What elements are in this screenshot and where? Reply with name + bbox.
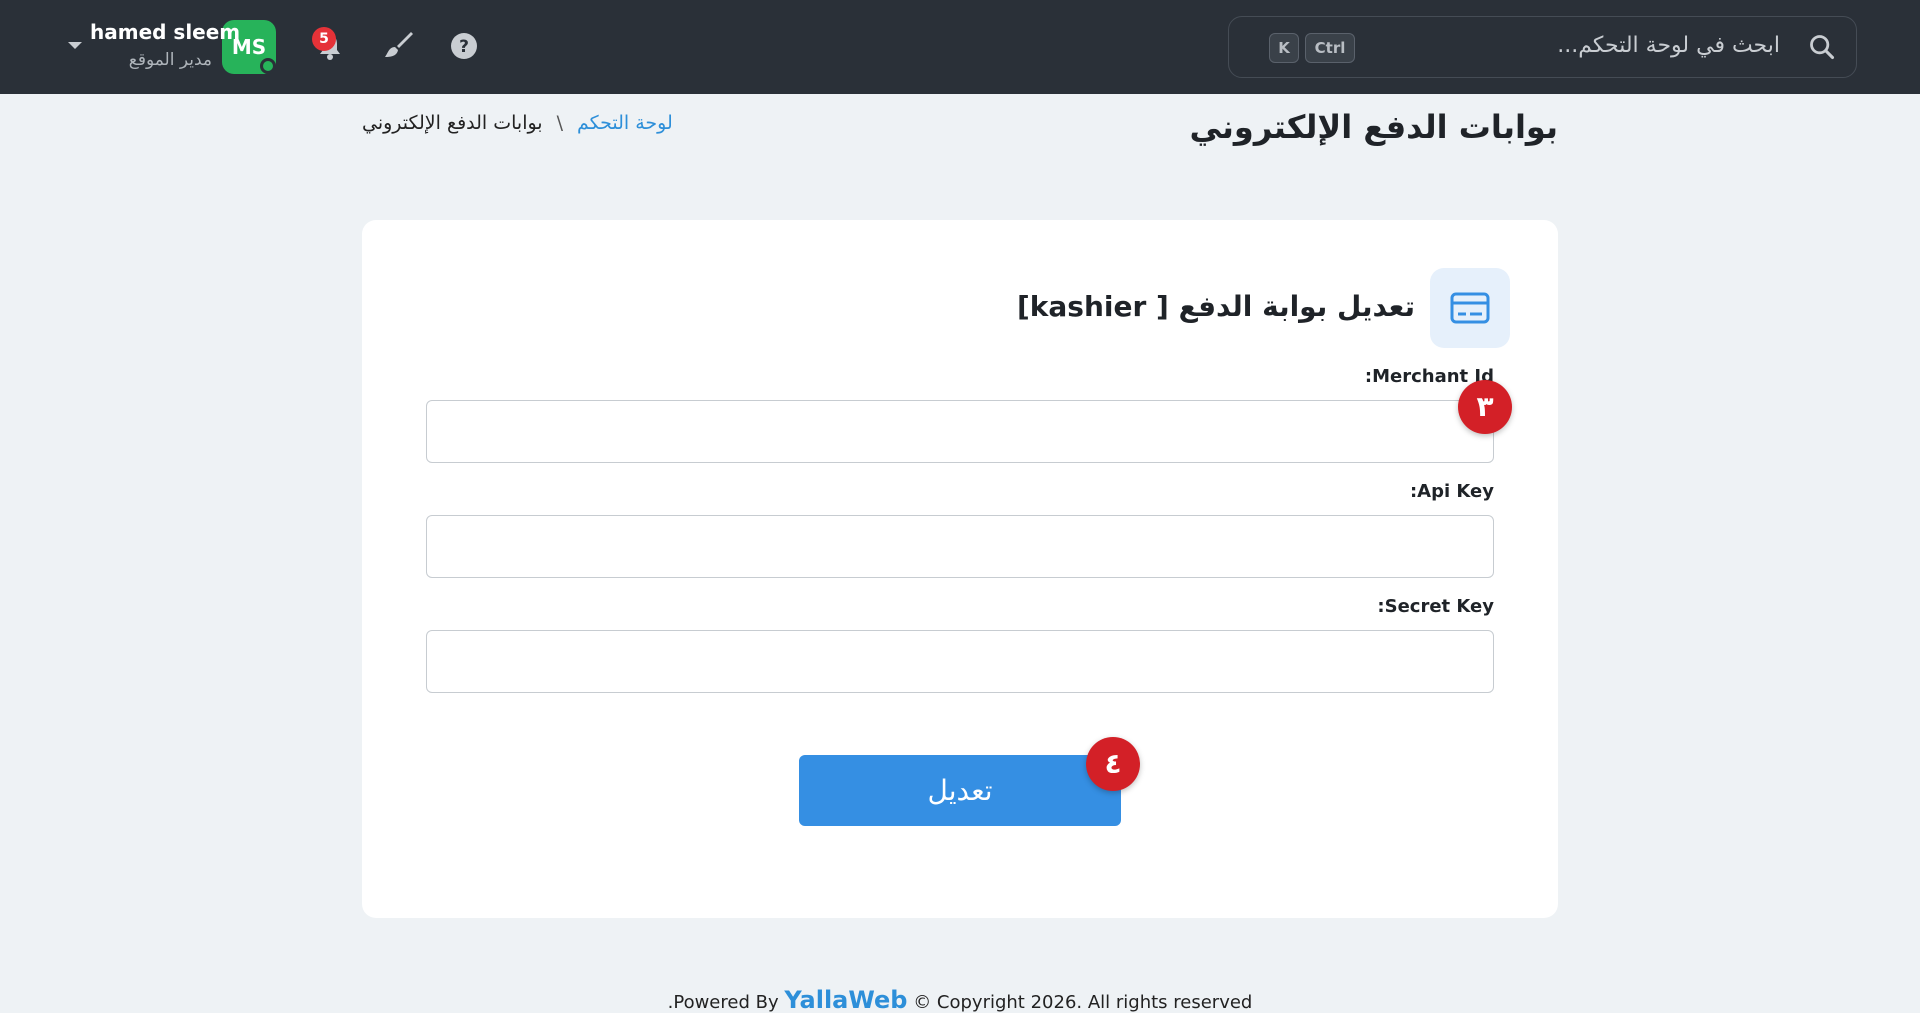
notification-badge: 5 <box>312 27 336 51</box>
breadcrumb-home-link[interactable]: لوحة التحكم <box>577 112 673 134</box>
search-box[interactable]: ابحث في لوحة التحكم... Ctrl K <box>1228 16 1857 78</box>
svg-text:?: ? <box>459 37 469 57</box>
online-status-dot <box>260 58 276 74</box>
search-icon[interactable] <box>1808 33 1836 61</box>
shortcut-k-key: K <box>1269 33 1299 63</box>
shortcut-ctrl-key: Ctrl <box>1305 33 1355 63</box>
footer-powered-by: .Powered By <box>667 992 779 1013</box>
page-title: بوابات الدفع الإلكتروني <box>1189 108 1558 146</box>
credit-card-icon <box>1450 292 1490 324</box>
user-role: مدير الموقع <box>128 50 212 70</box>
footer: .Powered By YallaWeb © Copyright 2026. A… <box>0 986 1920 1013</box>
help-icon[interactable]: ? <box>448 30 480 62</box>
breadcrumb-current: بوابات الدفع الإلكتروني <box>362 112 543 134</box>
top-navbar: ابحث في لوحة التحكم... Ctrl K ? 5 MS ham… <box>0 0 1920 94</box>
api-key-label: :Api Key <box>1409 481 1494 502</box>
footer-copyright: © Copyright 2026. All rights reserved <box>913 992 1253 1013</box>
card-header-icon-box <box>1430 268 1510 348</box>
step-badge-3: ٣ <box>1458 380 1512 434</box>
chevron-down-icon[interactable] <box>68 42 82 49</box>
form-title: تعديل بوابة الدفع [ kashier] <box>1016 290 1415 323</box>
search-input[interactable]: ابحث في لوحة التحكم... <box>1557 33 1780 58</box>
step-badge-4: ٤ <box>1086 737 1140 791</box>
secret-key-label: :Secret Key <box>1377 596 1494 617</box>
user-name[interactable]: hamed sleem <box>90 20 240 44</box>
submit-button[interactable]: تعديل <box>799 755 1121 826</box>
brush-icon[interactable] <box>382 29 414 61</box>
breadcrumb: لوحة التحكم \ بوابات الدفع الإلكتروني <box>362 112 673 134</box>
api-key-input[interactable] <box>426 515 1494 578</box>
footer-brand-link[interactable]: YallaWeb <box>784 986 907 1013</box>
secret-key-input[interactable] <box>426 630 1494 693</box>
breadcrumb-separator: \ <box>556 112 563 134</box>
merchant-id-input[interactable] <box>426 400 1494 463</box>
